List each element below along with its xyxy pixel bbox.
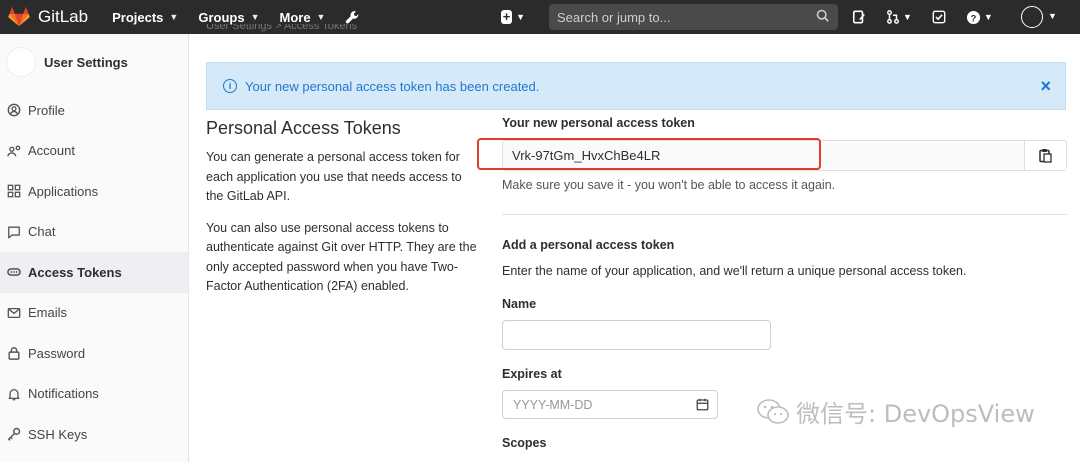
gitlab-logo[interactable]: GitLab	[8, 6, 88, 28]
gitlab-logo-icon	[8, 6, 30, 27]
wechat-icon	[757, 398, 789, 424]
nav-groups-label: Groups	[198, 9, 245, 25]
token-hint: Make sure you save it - you won't be abl…	[502, 178, 836, 192]
lock-icon	[7, 346, 21, 361]
wechat-watermark: 微信号: DevOpsView	[756, 394, 1035, 429]
sidebar-item-label: Chat	[28, 224, 56, 240]
settings-sidebar: User Settings Profile Account Applicatio…	[0, 34, 189, 462]
sidebar-item-notifications[interactable]: Notifications	[0, 374, 188, 415]
scopes-label: Scopes	[502, 436, 547, 450]
token-form-column: Your new personal access token Vrk-97tGm…	[477, 116, 1068, 450]
nav-projects-label: Projects	[112, 9, 164, 25]
chevron-down-icon: ▼	[169, 12, 179, 22]
sidebar-item-chat[interactable]: Chat	[0, 212, 188, 253]
sidebar-item-label: Access Tokens	[28, 264, 122, 280]
chevron-down-icon: ▼	[316, 12, 326, 22]
expires-field[interactable]	[502, 390, 718, 419]
nav-more-label: More	[279, 9, 311, 25]
sidebar-item-password[interactable]: Password	[0, 333, 188, 374]
plus-icon: +	[501, 9, 513, 24]
sidebar-item-account[interactable]: Account	[0, 131, 188, 172]
nav-projects[interactable]: Projects ▼	[112, 10, 178, 25]
key-icon	[7, 427, 21, 442]
brand-name: GitLab	[38, 7, 89, 26]
sidebar-item-emails[interactable]: Emails	[0, 293, 188, 334]
chevron-down-icon[interactable]: ▼	[1048, 11, 1057, 21]
sidebar-item-label: Password	[28, 345, 86, 361]
name-label: Name	[502, 297, 537, 311]
add-token-description: Enter the name of your application, and …	[502, 264, 967, 278]
intro-paragraph-2: You can also use personal access tokens …	[206, 220, 477, 294]
sidebar-item-profile[interactable]: Profile	[0, 90, 188, 131]
breadcrumb[interactable]: User Settings > Access Tokens	[206, 24, 357, 36]
expires-input[interactable]	[503, 397, 683, 412]
nav-groups[interactable]: Groups ▼	[198, 10, 259, 25]
divider	[502, 214, 1068, 215]
watermark-text: 微信号: DevOpsView	[796, 400, 1035, 428]
name-field[interactable]	[502, 320, 771, 350]
email-icon	[7, 306, 21, 320]
intro-column: Personal Access Tokens You can generate …	[206, 118, 481, 309]
chevron-down-icon: ▼	[250, 12, 260, 22]
avatar	[6, 47, 36, 77]
intro-paragraph: You can generate a personal access token…	[206, 150, 462, 203]
alert-message: Your new personal access token has been …	[245, 78, 540, 94]
token-icon	[7, 265, 21, 279]
sidebar-title: User Settings	[44, 54, 128, 70]
sidebar-item-label: Emails	[28, 305, 68, 321]
help-icon[interactable]: ? ▼	[966, 10, 993, 25]
svg-text:?: ?	[971, 13, 977, 23]
copy-token-button[interactable]	[1024, 141, 1066, 170]
new-token-label: Your new personal access token	[502, 116, 695, 130]
sidebar-item-access-tokens[interactable]: Access Tokens	[0, 252, 188, 293]
sidebar-header[interactable]: User Settings	[0, 34, 188, 90]
top-navbar: GitLab Projects▼ Groups▼ More▼ +▼ ▼ ? ▼ …	[0, 0, 1080, 34]
account-icon	[7, 144, 21, 158]
expires-label: Expires at	[502, 367, 562, 381]
search-input[interactable]	[557, 9, 807, 25]
add-token-title: Add a personal access token	[502, 238, 675, 252]
applications-icon	[7, 184, 21, 198]
chevron-down-icon: ▼	[903, 12, 912, 22]
nav-more[interactable]: More ▼	[279, 10, 325, 25]
sidebar-item-label: Account	[28, 143, 75, 159]
sidebar-item-label: SSH Keys	[28, 426, 88, 442]
chevron-down-icon: ▼	[983, 12, 993, 22]
admin-wrench-icon[interactable]	[345, 10, 360, 25]
clipboard-icon	[1039, 149, 1052, 163]
page-title: Personal Access Tokens	[206, 118, 401, 138]
red-highlight-box	[477, 138, 821, 170]
sidebar-item-applications[interactable]: Applications	[0, 171, 188, 212]
sidebar-item-label: Notifications	[28, 386, 99, 402]
merge-request-icon[interactable]: ▼	[886, 10, 912, 24]
chevron-down-icon: ▼	[516, 12, 525, 22]
issues-icon[interactable]	[852, 10, 866, 24]
todo-icon[interactable]	[932, 10, 946, 24]
info-icon: i	[223, 79, 237, 93]
search-icon	[816, 9, 829, 22]
sidebar-item-label: Applications	[28, 183, 99, 199]
success-alert: i Your new personal access token has bee…	[206, 62, 1066, 110]
profile-icon	[7, 103, 21, 117]
user-avatar[interactable]	[1021, 6, 1043, 28]
sidebar-item-ssh-keys[interactable]: SSH Keys	[0, 414, 188, 455]
close-icon[interactable]: ×	[1040, 77, 1051, 95]
chat-icon	[7, 225, 21, 239]
bell-icon	[7, 387, 21, 401]
search-box[interactable]	[549, 4, 838, 30]
sidebar-item-label: Profile	[28, 102, 65, 118]
calendar-icon[interactable]	[696, 398, 709, 411]
new-item-button[interactable]: + ▼	[501, 8, 525, 26]
